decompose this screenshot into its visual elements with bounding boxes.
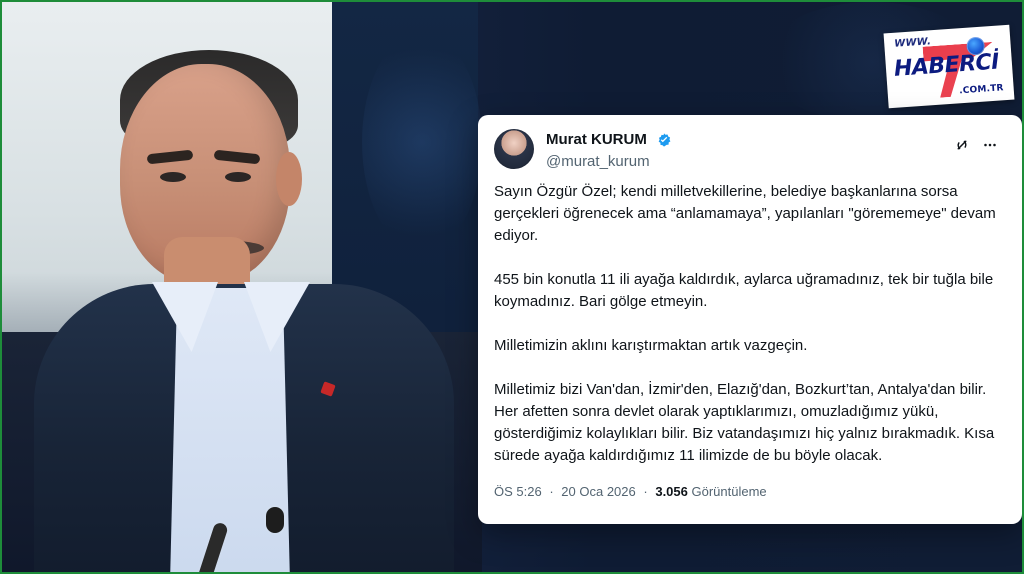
- verified-badge-icon-svg: [658, 132, 671, 147]
- tweet-metadata: ÖS 5:26 · 20 Oca 2026 · 3.056 Görüntülem…: [494, 481, 1006, 503]
- tweet-paragraph-1: Sayın Özgür Özel; kendi milletvekillerin…: [494, 183, 996, 244]
- speaker-ear: [276, 152, 302, 206]
- tweet-header: Murat KURUM @murat_kurum: [494, 129, 1006, 175]
- tweet-inner: Murat KURUM @murat_kurum Sayın Özgür Öze…: [478, 115, 1022, 524]
- author-info: Murat KURUM @murat_kurum: [546, 129, 906, 173]
- microphone: [266, 507, 284, 533]
- logo-brand-text: HABERCİ: [893, 49, 1000, 82]
- author-avatar[interactable]: [494, 129, 534, 169]
- tweet-views-label[interactable]: Görüntüleme: [692, 484, 767, 499]
- grok-icon-svg: [957, 140, 967, 150]
- screenshot-frame: WWW. HABERCİ .COM.TR Murat KURUM @murat_…: [0, 0, 1024, 574]
- tweet-paragraph-4: Milletimiz bizi Van'dan, İzmir'den, Elaz…: [494, 381, 995, 464]
- tweet-paragraph-3: Milletimizin aklını karıştırmaktan artık…: [494, 337, 808, 354]
- tweet-actions: [950, 133, 1006, 157]
- tweet-body: Sayın Özgür Özel; kendi milletvekillerin…: [494, 181, 1006, 473]
- author-handle[interactable]: @murat_kurum: [546, 153, 906, 171]
- tweet-card: Murat KURUM @murat_kurum Sayın Özgür Öze…: [478, 115, 1022, 524]
- author-display-name[interactable]: Murat KURUM: [546, 131, 647, 149]
- speaker-eye-left: [160, 172, 186, 182]
- speaker-photo: [2, 2, 482, 572]
- grok-icon[interactable]: [950, 133, 974, 157]
- haberci-logo: WWW. HABERCİ .COM.TR: [883, 24, 1015, 109]
- verified-badge-icon: [656, 132, 672, 148]
- more-icon-svg: [984, 143, 996, 147]
- logo-domain-text: .COM.TR: [958, 83, 1004, 97]
- tweet-paragraph-2: 455 bin konutla 11 ili ayağa kaldırdık, …: [494, 271, 994, 310]
- tweet-time[interactable]: ÖS 5:26: [494, 484, 542, 499]
- speaker-eye-right: [225, 172, 251, 182]
- tweet-meta-separator: ·: [549, 484, 554, 499]
- more-icon[interactable]: [978, 133, 1002, 157]
- tweet-views-count[interactable]: 3.056: [655, 484, 688, 499]
- tweet-date[interactable]: 20 Oca 2026: [561, 484, 635, 499]
- tweet-meta-separator-2: ·: [643, 484, 648, 499]
